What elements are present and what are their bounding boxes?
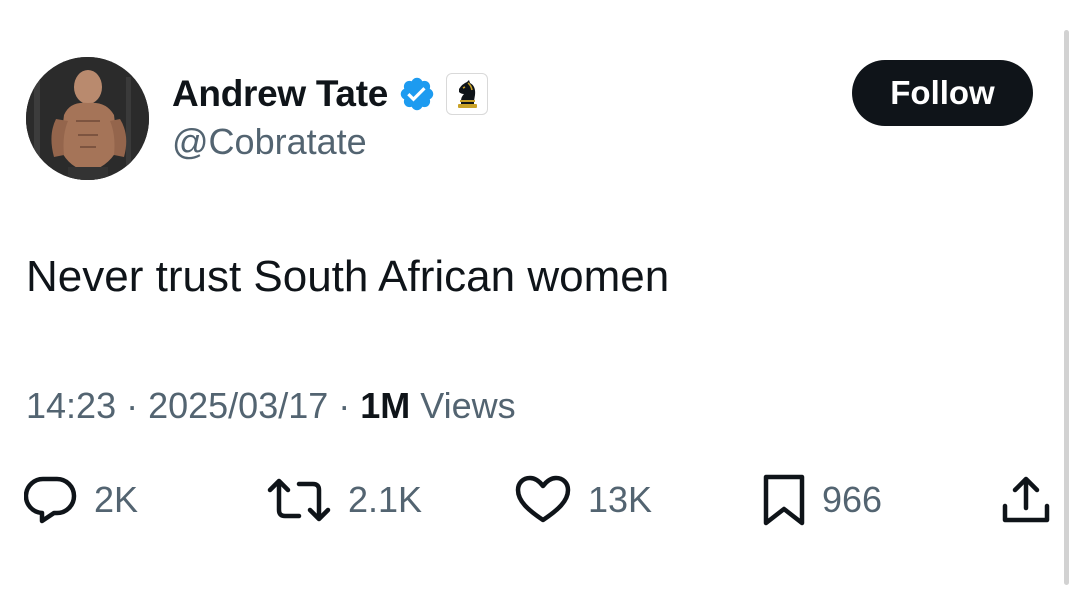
chess-knight-icon (452, 78, 482, 110)
repost-icon (267, 478, 331, 522)
views-count[interactable]: 1M (360, 385, 410, 426)
heart-icon (515, 475, 571, 523)
reply-button[interactable]: 2K (24, 470, 138, 530)
repost-count: 2.1K (348, 479, 423, 520)
meta-separator: · (328, 385, 361, 426)
share-icon (1002, 476, 1050, 523)
bookmark-icon (763, 474, 805, 526)
scrollbar[interactable] (1064, 30, 1069, 585)
tweet-text: Never trust South African women (26, 252, 670, 301)
tweet-card: Andrew Tate @Cobratate Follow Never trus… (0, 0, 1080, 589)
reply-count: 2K (94, 479, 139, 520)
tweet-meta: 14:23 · 2025/03/17 · 1M Views (26, 385, 516, 427)
bookmark-button[interactable]: 966 (762, 470, 882, 530)
meta-separator: · (116, 385, 149, 426)
avatar[interactable] (26, 57, 149, 180)
verified-badge-icon[interactable] (398, 75, 436, 113)
affiliate-badge[interactable] (446, 73, 488, 115)
share-button[interactable] (1000, 470, 1052, 530)
author-name-row: Andrew Tate (172, 70, 488, 118)
action-bar: 2K 2.1K 13K 966 (0, 470, 1080, 530)
bookmark-count: 966 (822, 479, 883, 520)
reply-icon (24, 476, 77, 524)
follow-button[interactable]: Follow (852, 60, 1033, 126)
author-display-name[interactable]: Andrew Tate (172, 73, 388, 115)
repost-button[interactable]: 2.1K (266, 470, 422, 530)
like-button[interactable]: 13K (514, 470, 652, 530)
views-label: Views (410, 385, 516, 426)
author-handle[interactable]: @Cobratate (172, 121, 367, 163)
like-count: 13K (588, 479, 653, 520)
tweet-date[interactable]: 2025/03/17 (148, 385, 328, 426)
tweet-time[interactable]: 14:23 (26, 385, 116, 426)
avatar-image (26, 57, 149, 180)
